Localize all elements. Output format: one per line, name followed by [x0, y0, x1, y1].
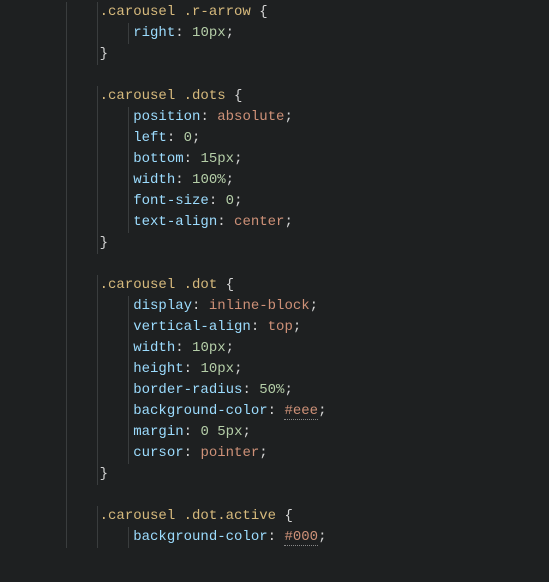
css-declaration-line[interactable]: background-color: #eee; — [66, 401, 549, 422]
css-declaration-line[interactable]: left: 0; — [66, 128, 549, 149]
blank-line[interactable] — [66, 485, 549, 506]
blank-line[interactable] — [66, 65, 549, 86]
css-declaration-line[interactable]: position: absolute; — [66, 107, 549, 128]
css-close-brace-line[interactable]: } — [66, 233, 549, 254]
css-declaration-line[interactable]: bottom: 15px; — [66, 149, 549, 170]
css-declaration-line[interactable]: border-radius: 50%; — [66, 380, 549, 401]
css-declaration-line[interactable]: width: 10px; — [66, 338, 549, 359]
css-declaration-line[interactable]: right: 10px; — [66, 23, 549, 44]
css-declaration-line[interactable]: font-size: 0; — [66, 191, 549, 212]
code-editor[interactable]: .carousel .r-arrow { right: 10px; } .car… — [0, 2, 549, 548]
css-declaration-line[interactable]: height: 10px; — [66, 359, 549, 380]
css-declaration-line[interactable]: vertical-align: top; — [66, 317, 549, 338]
css-selector-line[interactable]: .carousel .r-arrow { — [66, 2, 549, 23]
css-selector-line[interactable]: .carousel .dots { — [66, 86, 549, 107]
css-declaration-line[interactable]: display: inline-block; — [66, 296, 549, 317]
css-selector-line[interactable]: .carousel .dot { — [66, 275, 549, 296]
css-declaration-line[interactable]: text-align: center; — [66, 212, 549, 233]
css-declaration-line[interactable]: cursor: pointer; — [66, 443, 549, 464]
css-selector-line[interactable]: .carousel .dot.active { — [66, 506, 549, 527]
css-declaration-line[interactable]: width: 100%; — [66, 170, 549, 191]
blank-line[interactable] — [66, 254, 549, 275]
css-close-brace-line[interactable]: } — [66, 464, 549, 485]
css-declaration-line[interactable]: background-color: #000; — [66, 527, 549, 548]
css-close-brace-line[interactable]: } — [66, 44, 549, 65]
css-declaration-line[interactable]: margin: 0 5px; — [66, 422, 549, 443]
